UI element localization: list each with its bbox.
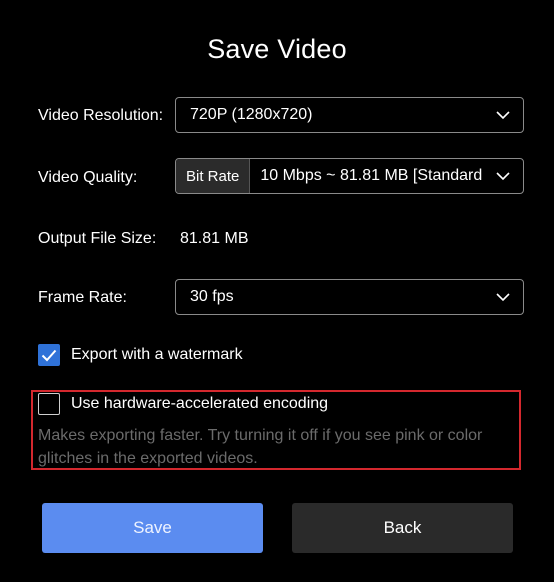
- back-button[interactable]: Back: [292, 503, 513, 553]
- watermark-checkbox[interactable]: [38, 344, 60, 366]
- hardware-encoding-checkbox-row[interactable]: Use hardware-accelerated encoding: [38, 393, 328, 415]
- bit-rate-mode-button[interactable]: Bit Rate: [176, 159, 251, 193]
- hardware-encoding-label: Use hardware-accelerated encoding: [71, 395, 329, 412]
- frame-rate-value: 30 fps: [190, 288, 234, 305]
- chevron-down-icon: [483, 280, 523, 314]
- chevron-down-icon: [483, 159, 523, 193]
- frame-rate-select[interactable]: 30 fps: [175, 279, 524, 315]
- output-file-size-value: 81.81 MB: [180, 230, 249, 247]
- hardware-encoding-hint: Makes exporting faster. Try turning it o…: [38, 427, 483, 467]
- watermark-label: Export with a watermark: [71, 346, 243, 363]
- video-resolution-label: Video Resolution:: [38, 107, 164, 124]
- video-resolution-select[interactable]: 720P (1280x720): [175, 97, 524, 133]
- video-quality-label: Video Quality:: [38, 169, 138, 186]
- chevron-down-icon: [483, 98, 523, 132]
- hardware-encoding-checkbox[interactable]: [38, 393, 60, 415]
- frame-rate-label: Frame Rate:: [38, 289, 127, 306]
- checkmark-icon: [41, 349, 57, 361]
- dialog-title: Save Video: [207, 34, 347, 64]
- save-button[interactable]: Save: [42, 503, 263, 553]
- video-resolution-value: 720P (1280x720): [190, 106, 313, 123]
- watermark-checkbox-row[interactable]: Export with a watermark: [38, 344, 243, 366]
- output-file-size-label: Output File Size:: [38, 230, 157, 247]
- video-quality-value: 10 Mbps ~ 81.81 MB [Standard: [260, 167, 483, 184]
- video-quality-select[interactable]: Bit Rate 10 Mbps ~ 81.81 MB [Standard: [175, 158, 524, 194]
- save-video-dialog: Save Video Video Resolution: 720P (1280x…: [0, 0, 554, 582]
